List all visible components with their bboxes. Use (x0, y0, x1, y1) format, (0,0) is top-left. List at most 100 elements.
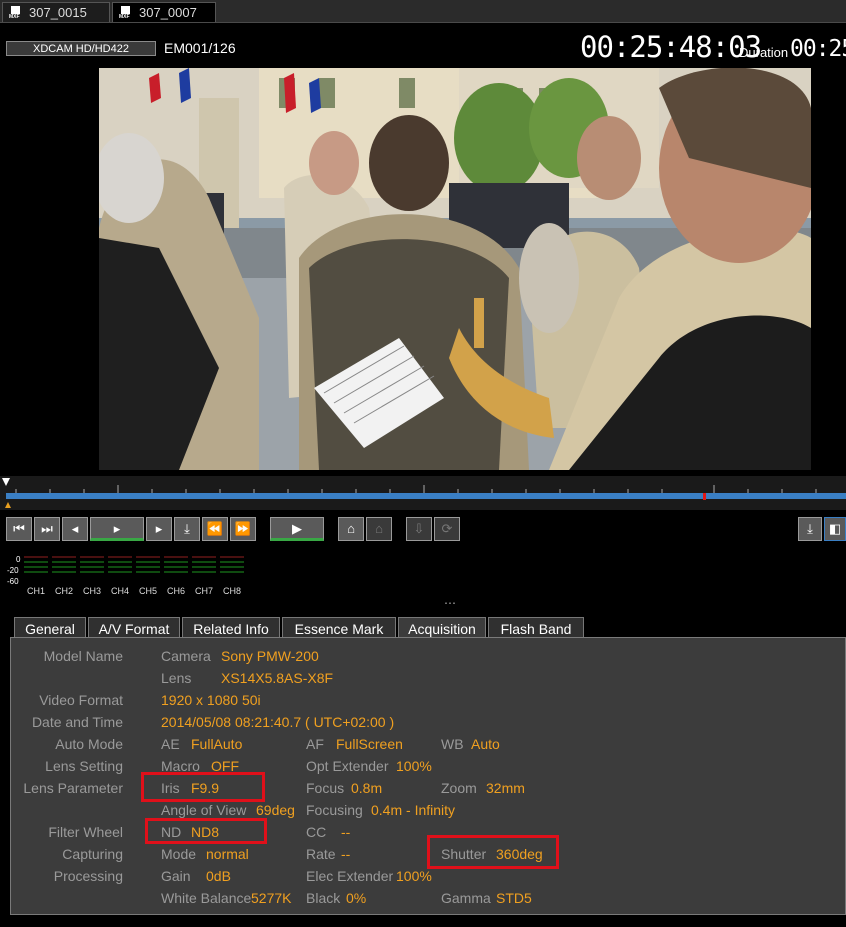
export-icon: ⇩ (413, 521, 425, 536)
channel-label: CH3 (83, 586, 102, 596)
clip-position: EM001/126 (164, 40, 236, 56)
essence-mark-marker[interactable] (703, 493, 706, 500)
play-loop-button[interactable]: ▸ (90, 517, 144, 541)
prev-mark-icon: ⏪ (206, 521, 224, 536)
audio-meter-ch3 (80, 556, 104, 578)
tab-acquisition[interactable]: Acquisition (398, 617, 486, 639)
channel-label: CH7 (195, 586, 214, 596)
goto-end-icon: ⏭ (41, 521, 53, 536)
file-tab-2[interactable]: MXF 307_0007 (112, 2, 216, 22)
file-tab-bar: MXF 307_0015 MXF 307_0007 (0, 0, 846, 23)
next-mark-button[interactable]: ⏩ (230, 517, 256, 541)
prev-mark-button[interactable]: ⏪ (202, 517, 228, 541)
meter-scale-20: -20 (7, 566, 19, 575)
angle-of-view-value: 69deg (256, 802, 295, 818)
auto-mode-label: Auto Mode (55, 736, 123, 752)
lens-value: XS14X5.8AS-X8F (221, 670, 334, 686)
meter-scale-60: -60 (7, 577, 19, 586)
home-button[interactable]: ⌂ (338, 517, 364, 541)
channel-label: CH8 (223, 586, 242, 596)
splitter-handle[interactable]: ⋯ (444, 597, 456, 609)
elec-extender-value: 100% (396, 868, 432, 884)
play-icon: ▶ (292, 521, 302, 536)
wb-label: WB (441, 736, 464, 752)
elec-extender-label: Elec Extender (306, 868, 394, 884)
nd-highlight-box (145, 818, 267, 844)
mxf-file-icon: MXF (119, 6, 133, 20)
audio-meter-ch8 (220, 556, 244, 578)
prev-frame-button[interactable]: ◂ (62, 517, 88, 541)
panel-toggle-icon: ◧ (828, 521, 842, 536)
white-balance-value: 5277K (251, 890, 292, 906)
file-tab-label: 307_0015 (29, 5, 87, 20)
timeline-track[interactable] (6, 493, 846, 499)
tab-general[interactable]: General (14, 617, 86, 638)
channel-label: CH5 (139, 586, 158, 596)
play-button[interactable]: ▶ (270, 517, 324, 541)
lens-parameter-label: Lens Parameter (23, 780, 123, 796)
mark-clear-button[interactable]: ⤓ (174, 517, 200, 541)
gamma-label: Gamma (441, 890, 491, 906)
timeline-ruler (15, 485, 817, 493)
focus-label: Focus (306, 780, 345, 796)
capturing-label: Capturing (62, 846, 123, 862)
filter-wheel-label: Filter Wheel (48, 824, 123, 840)
lens-label: Lens (161, 670, 192, 686)
tab-flash-band[interactable]: Flash Band (488, 617, 584, 638)
ae-value: FullAuto (191, 736, 243, 752)
processing-label: Processing (53, 868, 123, 884)
format-badge: XDCAM HD/HD422 (6, 41, 156, 56)
cc-value: -- (341, 824, 351, 840)
play-loop-icon: ▸ (113, 521, 121, 536)
af-label: AF (306, 736, 324, 752)
opt-extender-value: 100% (396, 758, 432, 774)
rate-value: -- (341, 846, 351, 862)
black-label: Black (306, 890, 341, 906)
home-clear-button[interactable]: ⌂ (366, 517, 392, 541)
audio-meter-ch5 (136, 556, 160, 578)
focus-value: 0.8m (351, 780, 383, 796)
home-icon: ⌂ (347, 521, 355, 536)
date-time-label: Date and Time (31, 714, 123, 730)
camera-label: Camera (161, 648, 211, 664)
tab-av-format[interactable]: A/V Format (88, 617, 180, 638)
shutter-highlight-box (427, 835, 559, 869)
zoom-label: Zoom (441, 780, 477, 796)
export-button[interactable]: ⇩ (406, 517, 432, 541)
gain-label: Gain (161, 868, 191, 884)
mode-label: Mode (161, 846, 197, 862)
next-frame-button[interactable]: ▸ (146, 517, 172, 541)
video-preview[interactable] (99, 68, 811, 470)
tab-related-info[interactable]: Related Info (182, 617, 280, 638)
next-mark-icon: ⏩ (234, 521, 252, 536)
iris-highlight-box (141, 772, 265, 802)
audio-meter-ch1 (24, 556, 48, 578)
white-balance-label: White Balance (161, 890, 252, 906)
panel-toggle-button[interactable]: ◧ (824, 517, 846, 541)
goto-start-icon: ⏮ (13, 521, 25, 536)
goto-start-button[interactable]: ⏮ (6, 517, 32, 541)
timecode-display: 00:25:48:03 (580, 30, 762, 64)
model-name-label: Model Name (43, 648, 123, 664)
black-value: 0% (346, 890, 367, 906)
prev-frame-icon: ◂ (71, 521, 79, 536)
file-tab-1[interactable]: MXF 307_0015 (2, 2, 110, 22)
date-time-value: 2014/05/08 08:21:40.7 ( UTC+02:00 ) (161, 714, 395, 730)
channel-label: CH6 (167, 586, 186, 596)
download-icon: ⤓ (807, 521, 813, 536)
gamma-value: STD5 (496, 890, 532, 906)
refresh-button[interactable]: ⟳ (434, 517, 460, 541)
goto-end-button[interactable]: ⏭ (34, 517, 60, 541)
tab-essence-mark[interactable]: Essence Mark (282, 617, 396, 638)
zoom-value: 32mm (486, 780, 525, 796)
ae-label: AE (161, 736, 180, 752)
meter-scale-0: 0 (16, 555, 21, 564)
refresh-icon: ⟳ (441, 521, 453, 536)
lens-setting-label: Lens Setting (45, 758, 123, 774)
duration-label: Duration (739, 45, 789, 60)
audio-meter-ch6 (164, 556, 188, 578)
download-button[interactable]: ⤓ (798, 517, 822, 541)
mark-clear-icon: ⤓ (184, 521, 190, 536)
gain-value: 0dB (206, 868, 231, 884)
wb-value: Auto (471, 736, 500, 752)
